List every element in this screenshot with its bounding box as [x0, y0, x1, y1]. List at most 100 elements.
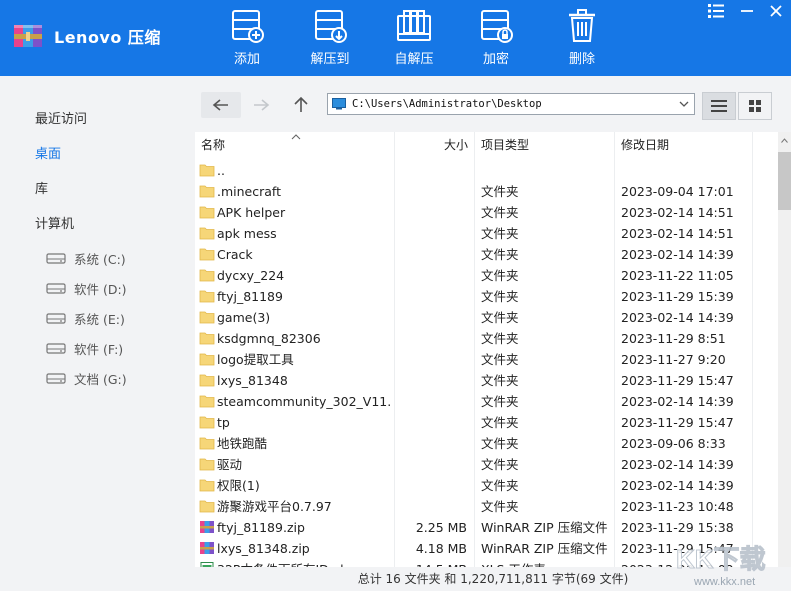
sidebar-drive-g[interactable]: 文档 (G:) — [46, 369, 127, 387]
arrow-right-icon — [254, 99, 270, 111]
table-row[interactable]: 驱动 文件夹 2023-02-14 14:39 — [195, 454, 778, 475]
file-date: 2023-02-14 14:51 — [621, 226, 734, 241]
path-input[interactable]: C:\Users\Administrator\Desktop — [327, 93, 695, 115]
file-name: game(3) — [217, 310, 271, 325]
file-size — [395, 307, 467, 328]
header-date[interactable]: 修改日期 — [621, 132, 669, 160]
self-extract-icon — [397, 10, 431, 41]
drive-label: 软件 (F:) — [74, 341, 124, 357]
table-row[interactable]: ftyj_81189.zip 2.25 MB WinRAR ZIP 压缩文件 2023… — [195, 517, 778, 538]
file-type: 文件夹 — [481, 436, 519, 451]
drive-label: 文档 (G:) — [74, 371, 127, 387]
table-row[interactable]: dycxy_224 文件夹 2023-11-22 11:05 — [195, 265, 778, 286]
sidebar-item-recent[interactable]: 最近访问 — [35, 108, 87, 127]
table-row[interactable]: Crack 文件夹 2023-02-14 14:39 — [195, 244, 778, 265]
folder-icon — [199, 500, 215, 513]
table-row[interactable]: logo提取工具 文件夹 2023-11-27 9:20 — [195, 349, 778, 370]
file-type: 文件夹 — [481, 352, 519, 367]
file-size — [395, 370, 467, 391]
file-name: tp — [217, 415, 230, 430]
sidebar-drive-e[interactable]: 系统 (E:) — [46, 309, 125, 327]
add-button[interactable]: 添加 — [217, 8, 277, 68]
navigation-bar: C:\Users\Administrator\Desktop — [195, 76, 791, 132]
sidebar-drive-f[interactable]: 软件 (F:) — [46, 339, 123, 357]
file-date: 2023-11-29 15:39 — [621, 289, 734, 304]
table-row[interactable]: .. — [195, 160, 778, 181]
file-size — [395, 328, 467, 349]
app-title: Lenovo 压缩 — [54, 28, 161, 47]
table-row[interactable]: ftyj_81189 文件夹 2023-11-29 15:39 — [195, 286, 778, 307]
folder-icon — [199, 437, 215, 450]
back-button[interactable] — [201, 92, 241, 118]
minimize-icon[interactable] — [737, 2, 757, 20]
file-name: .minecraft — [217, 184, 281, 199]
folder-icon — [199, 458, 215, 471]
file-name: ftyj_81189.zip — [217, 520, 305, 535]
file-name: logo提取工具 — [217, 352, 294, 367]
add-label: 添加 — [233, 52, 260, 67]
sidebar-drive-d[interactable]: 软件 (D:) — [46, 279, 127, 297]
delete-button[interactable]: 删除 — [552, 8, 612, 68]
file-name: 32P本条件下所有ID.xls — [217, 559, 392, 567]
file-type — [481, 160, 611, 181]
table-row[interactable]: steamcommunity_302_V11.2 文件夹 2023-02-14 14… — [195, 391, 778, 412]
file-name: .. — [217, 163, 225, 178]
file-type: 文件夹 — [481, 310, 519, 325]
sidebar-drive-c[interactable]: 系统 (C:) — [46, 249, 126, 267]
self-extract-button[interactable]: 自解压 — [384, 8, 444, 68]
table-row[interactable]: 游聚游戏平台0.7.97 文件夹 2023-11-23 10:48 — [195, 496, 778, 517]
table-row[interactable]: apk mess 文件夹 2023-02-14 14:51 — [195, 223, 778, 244]
encrypt-button[interactable]: 加密 — [466, 8, 526, 68]
header-name[interactable]: 名称 — [201, 132, 225, 160]
watermark-brand: KK下载 — [676, 544, 766, 574]
file-date: 2023-11-29 8:51 — [621, 331, 726, 346]
file-list: 名称 大小 项目类型 修改日期 .. .minecraft 文件夹 2023-09-0… — [195, 132, 778, 567]
menu-list-icon[interactable] — [706, 2, 726, 20]
file-type: 文件夹 — [481, 457, 519, 472]
table-row[interactable]: lxys_81348 文件夹 2023-11-29 15:47 — [195, 370, 778, 391]
scroll-up-icon[interactable] — [781, 138, 788, 143]
table-row[interactable]: APK helper 文件夹 2023-02-14 14:51 — [195, 202, 778, 223]
table-row[interactable]: game(3) 文件夹 2023-02-14 14:39 — [195, 307, 778, 328]
zip-icon — [200, 542, 214, 554]
folder-icon — [199, 332, 215, 345]
grid-view-button[interactable] — [738, 92, 772, 120]
table-row[interactable]: .minecraft 文件夹 2023-09-04 17:01 — [195, 181, 778, 202]
sidebar-item-computer[interactable]: 计算机 — [35, 213, 74, 232]
folder-icon — [199, 248, 215, 261]
table-row[interactable]: 权限(1) 文件夹 2023-02-14 14:39 — [195, 475, 778, 496]
forward-button[interactable] — [241, 92, 281, 118]
chevron-down-icon[interactable] — [678, 98, 690, 110]
folder-icon — [199, 374, 215, 387]
scrollbar-thumb[interactable] — [778, 152, 791, 210]
list-view-button[interactable] — [702, 92, 736, 120]
file-size — [395, 160, 467, 181]
header-size[interactable]: 大小 — [444, 132, 468, 160]
file-date: 2023-02-14 14:39 — [621, 247, 734, 262]
sidebar-item-library[interactable]: 库 — [35, 178, 48, 197]
file-name: ftyj_81189 — [217, 289, 283, 304]
close-icon[interactable] — [766, 2, 786, 20]
file-size: 2.25 MB — [415, 520, 467, 535]
vertical-scrollbar[interactable] — [778, 132, 791, 567]
file-type: 文件夹 — [481, 415, 519, 430]
trash-icon — [569, 9, 595, 42]
table-row[interactable]: tp 文件夹 2023-11-29 15:47 — [195, 412, 778, 433]
drive-icon — [46, 283, 66, 294]
extract-to-button[interactable]: 解压到 — [300, 8, 360, 68]
sidebar-item-desktop[interactable]: 桌面 — [35, 143, 61, 162]
file-name: Crack — [217, 247, 253, 262]
file-name: apk mess — [217, 226, 277, 241]
folder-icon — [199, 479, 215, 492]
table-row[interactable]: 地铁跑酷 文件夹 2023-09-06 8:33 — [195, 433, 778, 454]
list-header: 名称 大小 项目类型 修改日期 — [195, 132, 778, 160]
file-type: 文件夹 — [481, 394, 519, 409]
header-type[interactable]: 项目类型 — [481, 132, 529, 160]
file-name: 权限(1) — [217, 478, 260, 493]
file-name: steamcommunity_302_V11.2 — [217, 394, 392, 409]
table-row[interactable]: ksdgmnq_82306 文件夹 2023-11-29 8:51 — [195, 328, 778, 349]
file-name: APK helper — [217, 205, 286, 220]
grid-view-icon — [749, 100, 761, 112]
folder-icon — [199, 416, 215, 429]
up-button[interactable] — [281, 92, 321, 118]
